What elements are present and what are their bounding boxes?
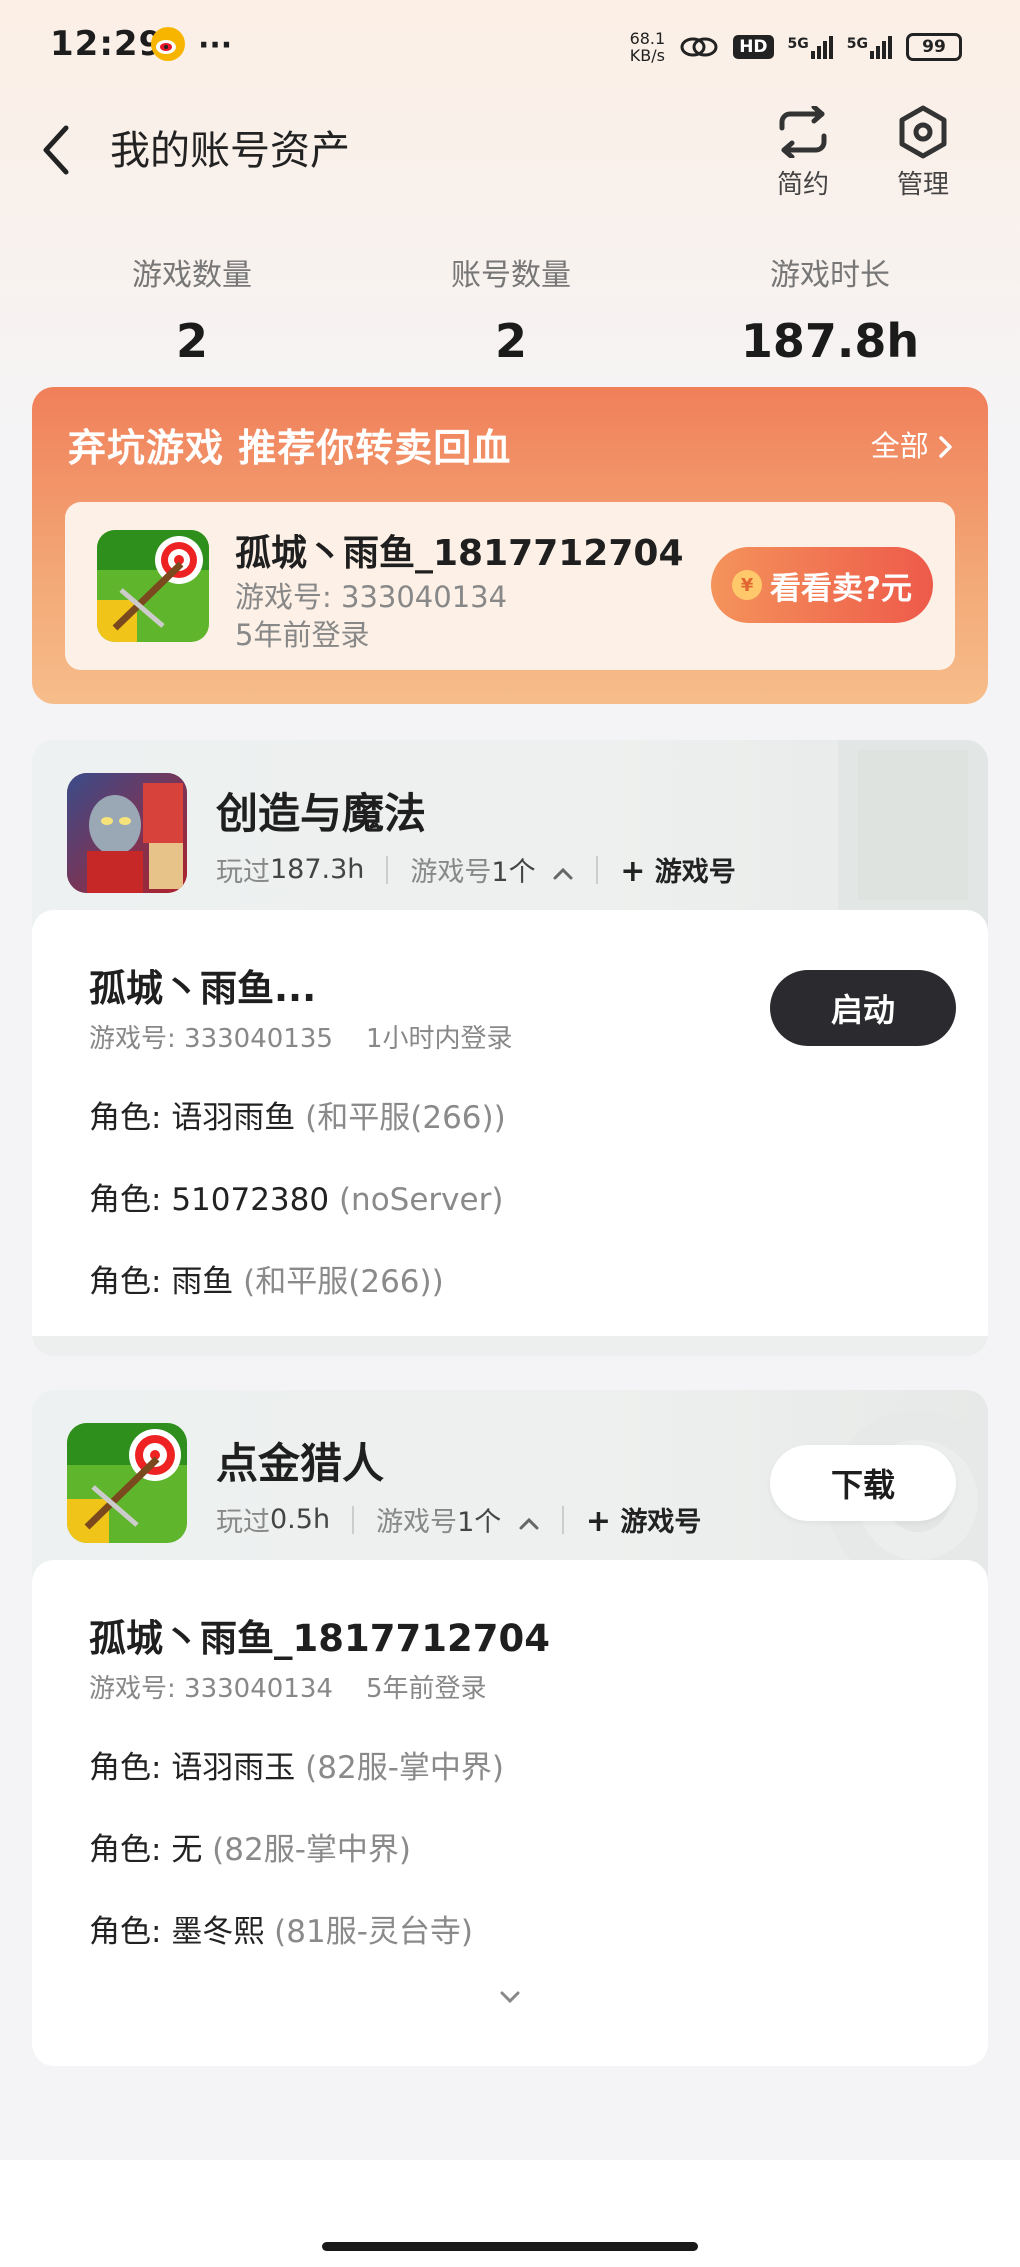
launch-button[interactable]: 启动 bbox=[770, 970, 956, 1046]
game-card-header: 创造与魔法 玩过 187.3h 游戏号1个 + 游戏号 bbox=[32, 740, 988, 930]
played-value: 187.3h bbox=[270, 854, 365, 885]
stats-row: 游戏数量 2 账号数量 2 游戏时长 187.8h bbox=[0, 250, 1020, 368]
account-info: 游戏号: 333040135 1小时内登录 bbox=[89, 1024, 513, 1054]
chevron-down-icon bbox=[500, 1991, 520, 2004]
game-card-header: 点金猎人 玩过 0.5h 游戏号1个 + 游戏号 下载 bbox=[32, 1390, 988, 1580]
sell-account-name: 孤城丶雨鱼_1817712704 bbox=[235, 533, 684, 574]
accounts-label: 游戏号 bbox=[376, 1507, 458, 1538]
chevron-up-icon bbox=[553, 867, 573, 880]
role-item: 角色: 墨冬熙 (81服-灵台寺) bbox=[89, 1914, 473, 1950]
gear-icon bbox=[899, 105, 947, 159]
stat-value: 2 bbox=[175, 314, 208, 368]
see-all-label: 全部 bbox=[870, 429, 929, 463]
page-title: 我的账号资产 bbox=[110, 128, 350, 174]
link-icon bbox=[680, 37, 718, 57]
account-panel: 孤城丶雨鱼... 游戏号: 333040135 1小时内登录 启动 角色: 语羽… bbox=[32, 910, 988, 1336]
accounts-toggle[interactable]: 游戏号1个 bbox=[376, 1500, 540, 1539]
stat-game-count: 游戏数量 2 bbox=[32, 250, 352, 368]
sell-account-card[interactable]: 孤城丶雨鱼_1817712704 游戏号: 333040134 5年前登录 ¥ … bbox=[65, 502, 955, 670]
role-item: 角色: 51072380 (noServer) bbox=[89, 1182, 504, 1218]
stat-label: 游戏数量 bbox=[132, 258, 252, 293]
manage-button[interactable]: 管理 bbox=[878, 100, 968, 201]
accounts-value: 1个 bbox=[457, 1507, 502, 1538]
chuangzao-game-icon bbox=[67, 773, 187, 893]
hd-icon: HD bbox=[733, 35, 774, 59]
weibo-icon bbox=[150, 26, 186, 66]
account-name: 孤城丶雨鱼_1817712704 bbox=[89, 1617, 550, 1660]
stat-value: 187.8h bbox=[740, 314, 920, 368]
status-icons: 68.1 KB/s HD 5G 5G 99 bbox=[630, 30, 962, 64]
role-item: 角色: 无 (82服-掌中界) bbox=[89, 1832, 411, 1868]
chevron-left-icon bbox=[43, 125, 69, 175]
add-account-label: 游戏号 bbox=[620, 1507, 702, 1538]
yen-coin-icon: ¥ bbox=[732, 570, 762, 600]
accounts-value: 1个 bbox=[491, 857, 536, 888]
stat-label: 游戏时长 bbox=[770, 258, 890, 293]
played-label: 玩过 bbox=[216, 857, 270, 888]
dianjin-game-icon bbox=[67, 1423, 187, 1543]
download-button[interactable]: 下载 bbox=[770, 1445, 956, 1521]
game-card: 点金猎人 玩过 0.5h 游戏号1个 + 游戏号 下载 孤城丶雨鱼_1817712… bbox=[32, 1390, 988, 2066]
see-all-link[interactable]: 全部 bbox=[871, 423, 954, 465]
add-account-button[interactable]: + 游戏号 bbox=[586, 1500, 702, 1539]
stat-play-time: 游戏时长 187.8h bbox=[670, 250, 990, 368]
more-notifications-icon: ··· bbox=[198, 28, 233, 63]
role-item: 角色: 语羽雨玉 (82服-掌中界) bbox=[89, 1750, 504, 1786]
stat-label: 账号数量 bbox=[451, 258, 571, 293]
plus-icon: + bbox=[620, 854, 646, 889]
expand-button[interactable] bbox=[496, 1988, 524, 2010]
played-value: 0.5h bbox=[270, 1504, 331, 1535]
stat-account-count: 账号数量 2 bbox=[352, 250, 670, 368]
chevron-right-icon bbox=[939, 436, 952, 458]
plus-icon: + bbox=[585, 1504, 611, 1539]
dianjin-game-icon bbox=[97, 530, 209, 642]
role-item: 角色: 雨鱼 (和平服(266)) bbox=[89, 1264, 444, 1300]
simple-mode-label: 简约 bbox=[776, 170, 829, 200]
sell-account-login: 5年前登录 bbox=[235, 618, 370, 652]
manage-label: 管理 bbox=[896, 170, 949, 200]
game-meta: 玩过 187.3h 游戏号1个 + 游戏号 bbox=[216, 850, 736, 889]
game-name: 创造与魔法 bbox=[216, 789, 427, 838]
played-label: 玩过 bbox=[216, 1507, 270, 1538]
status-time: 12:29 bbox=[50, 24, 164, 64]
account-name: 孤城丶雨鱼... bbox=[89, 967, 317, 1010]
switch-icon bbox=[779, 106, 827, 158]
back-button[interactable] bbox=[38, 120, 78, 180]
account-panel: 孤城丶雨鱼_1817712704 游戏号: 333040134 5年前登录 角色… bbox=[32, 1560, 988, 2066]
chevron-up-icon bbox=[519, 1517, 539, 1530]
sell-banner: 弃坑游戏 推荐你转卖回血 全部 孤城丶雨鱼_1817712704 游戏号: 33… bbox=[32, 387, 988, 704]
sell-banner-title: 弃坑游戏 推荐你转卖回血 bbox=[68, 426, 512, 470]
add-account-button[interactable]: + 游戏号 bbox=[620, 850, 736, 889]
game-meta: 玩过 0.5h 游戏号1个 + 游戏号 bbox=[216, 1500, 701, 1539]
stat-value: 2 bbox=[494, 314, 527, 368]
header-decoration bbox=[838, 740, 988, 930]
game-card: 创造与魔法 玩过 187.3h 游戏号1个 + 游戏号 孤城丶雨鱼... 游戏号:… bbox=[32, 740, 988, 1356]
simple-mode-button[interactable]: 简约 bbox=[758, 100, 848, 201]
accounts-toggle[interactable]: 游戏号1个 bbox=[410, 850, 574, 889]
signal-icon-1: 5G bbox=[788, 35, 833, 59]
check-price-label: 看看卖?元 bbox=[770, 570, 912, 607]
game-name: 点金猎人 bbox=[216, 1439, 385, 1488]
home-indicator[interactable] bbox=[322, 2242, 698, 2251]
add-account-label: 游戏号 bbox=[654, 857, 736, 888]
account-info: 游戏号: 333040134 5年前登录 bbox=[89, 1674, 487, 1704]
battery-icon: 99 bbox=[906, 33, 962, 61]
net-speed: 68.1 KB/s bbox=[629, 29, 666, 65]
status-bar: 12:29 ··· 68.1 KB/s HD 5G 5G 99 bbox=[0, 0, 1020, 90]
check-price-button[interactable]: ¥ 看看卖?元 bbox=[711, 547, 933, 623]
role-item: 角色: 语羽雨鱼 (和平服(266)) bbox=[89, 1100, 506, 1136]
accounts-label: 游戏号 bbox=[410, 857, 492, 888]
sell-account-id: 游戏号: 333040134 bbox=[235, 580, 508, 614]
signal-icon-2: 5G bbox=[847, 35, 892, 59]
